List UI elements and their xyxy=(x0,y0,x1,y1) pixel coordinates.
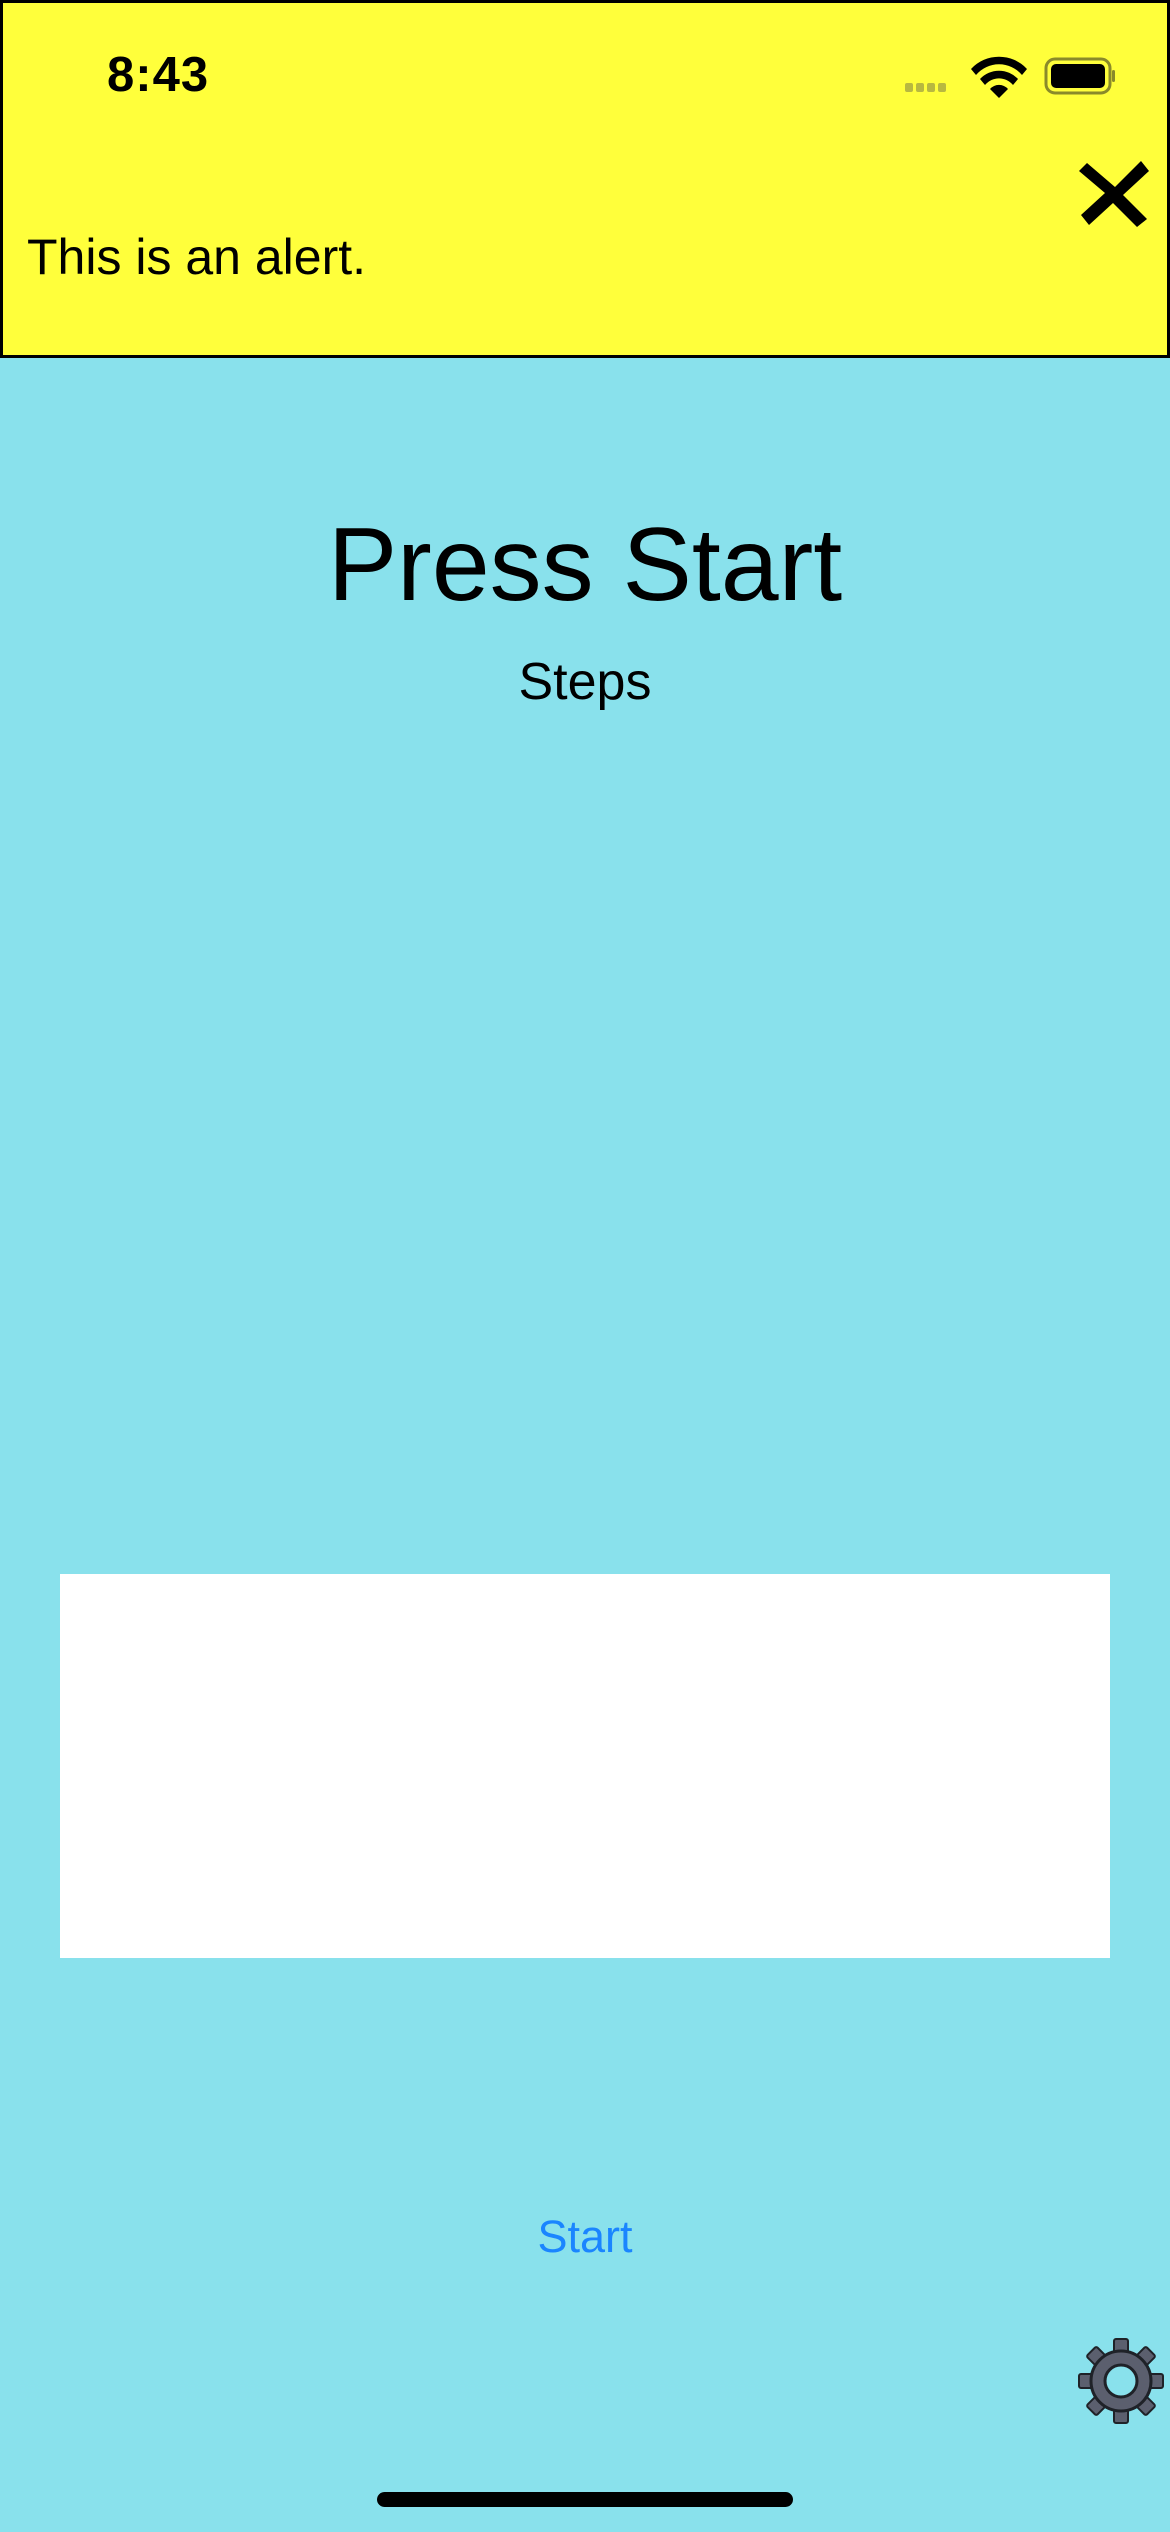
close-icon[interactable] xyxy=(1075,153,1155,233)
wifi-icon xyxy=(971,56,1027,98)
gear-icon[interactable] xyxy=(1076,2336,1166,2426)
alert-banner: 8:43 This is an alert. xyxy=(0,0,1170,358)
home-indicator[interactable] xyxy=(377,2492,793,2507)
start-button[interactable]: Start xyxy=(485,2202,685,2272)
cellular-signal-icon xyxy=(905,83,946,92)
battery-icon xyxy=(1044,57,1115,95)
status-bar-time: 8:43 xyxy=(107,48,210,102)
alert-message: This is an alert. xyxy=(27,229,367,285)
app-screen: 8:43 This is an alert. Press Start Steps… xyxy=(0,0,1170,2532)
content-panel xyxy=(60,1574,1110,1958)
status-bar-icons xyxy=(905,56,1115,98)
page-title: Press Start xyxy=(327,507,843,623)
page-subtitle: Steps xyxy=(518,653,652,711)
